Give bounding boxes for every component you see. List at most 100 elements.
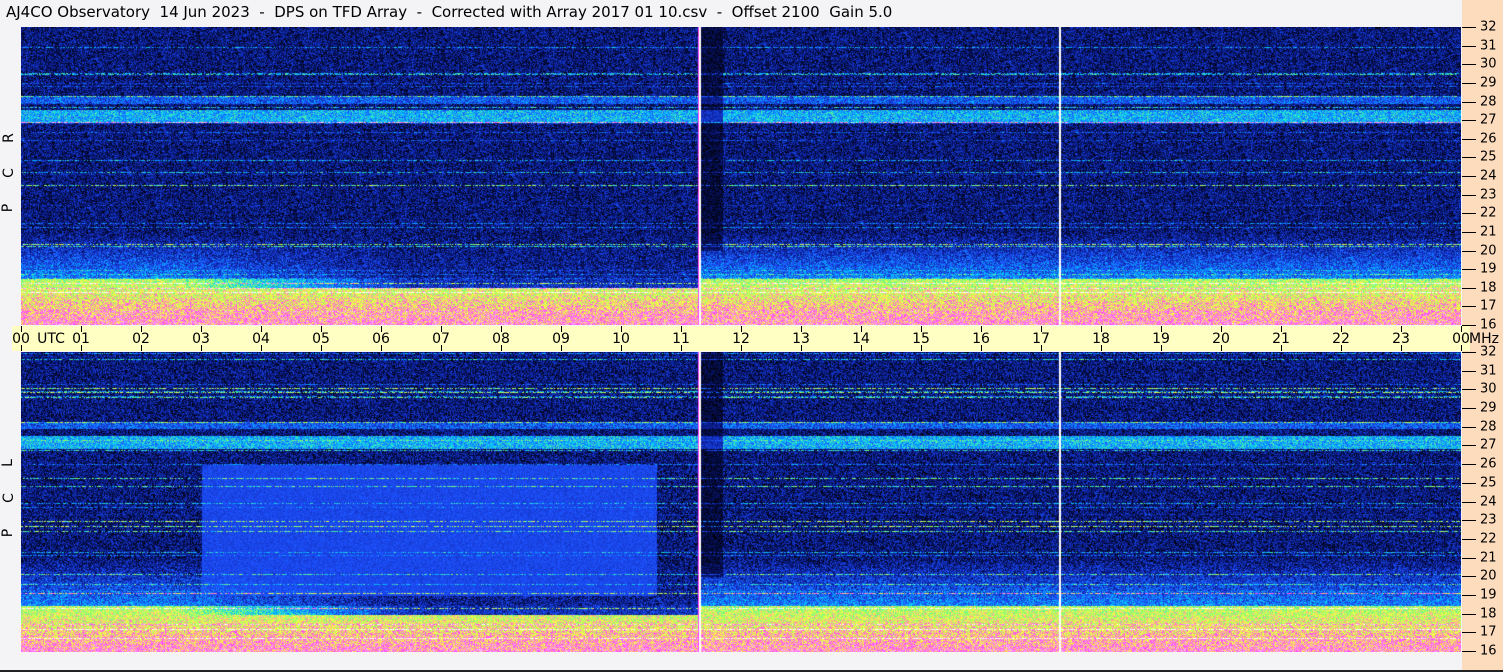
y-tick — [1462, 576, 1476, 578]
y-tick-label: 30 — [1480, 381, 1497, 397]
y-tick-label: 16 — [1480, 317, 1497, 333]
y-tick — [1462, 82, 1476, 84]
y-tick-label: 32 — [1480, 344, 1497, 360]
x-tick-label: 04 — [252, 331, 270, 347]
y-tick — [1462, 194, 1476, 196]
y-tick-label: 23 — [1480, 512, 1497, 528]
y-tick-label: 18 — [1480, 606, 1497, 622]
x-tick-label: 03 — [192, 331, 210, 347]
y-tick — [1462, 389, 1476, 391]
chart-title: AJ4CO Observatory 14 Jun 2023 - DPS on T… — [6, 3, 893, 21]
y-tick-label: 24 — [1480, 168, 1497, 184]
x-tick-label: 08 — [492, 331, 510, 347]
x-tick-label: 22 — [1332, 331, 1350, 347]
y-tick — [1462, 538, 1476, 540]
y-tick-label: 27 — [1480, 112, 1497, 128]
x-tick-label: 07 — [432, 331, 450, 347]
y-tick-label: 24 — [1480, 494, 1497, 509]
y-tick — [1462, 157, 1476, 159]
y-tick-label: 20 — [1480, 568, 1497, 584]
y-tick-label: 20 — [1480, 243, 1497, 258]
polarization-letter: R — [0, 133, 17, 143]
y-tick-label: 23 — [1480, 187, 1497, 203]
x-tick-label: 13 — [792, 331, 810, 347]
y-tick — [1462, 632, 1476, 634]
y-tick-label: 32 — [1480, 19, 1497, 35]
y-tick — [1462, 352, 1476, 353]
x-tick-label: 18 — [1092, 331, 1110, 347]
y-tick — [1462, 325, 1476, 326]
y-tick — [1462, 651, 1476, 652]
y-tick-label: 21 — [1480, 550, 1497, 566]
y-tick — [1462, 408, 1476, 410]
y-tick — [1462, 269, 1476, 271]
y-tick-label: 29 — [1480, 75, 1497, 91]
y-tick-label: 21 — [1480, 224, 1497, 240]
y-tick — [1462, 370, 1476, 372]
y-tick — [1462, 138, 1476, 140]
y-tick — [1462, 426, 1476, 428]
y-tick — [1462, 231, 1476, 233]
y-tick-label: 25 — [1480, 475, 1497, 491]
x-tick-label: 11 — [672, 331, 690, 347]
y-tick — [1462, 445, 1476, 447]
x-tick-label: 16 — [972, 331, 990, 347]
rcp-spectrogram — [21, 27, 1461, 325]
y-tick-label: 19 — [1480, 261, 1497, 277]
y-tick-label: 19 — [1480, 587, 1497, 603]
y-tick-label: 31 — [1480, 38, 1497, 54]
polarization-letter: C — [0, 493, 17, 503]
x-tick-label: 05 — [312, 331, 330, 347]
x-tick-label: 15 — [912, 331, 930, 347]
x-tick-label: 09 — [552, 331, 570, 347]
y-tick-label: 28 — [1480, 419, 1497, 435]
y-tick-label: 31 — [1480, 363, 1497, 379]
y-tick — [1462, 27, 1476, 28]
x-tick-label: 02 — [132, 331, 150, 347]
x-tick-label: 21 — [1272, 331, 1290, 347]
x-tick-label: 20 — [1212, 331, 1230, 347]
y-tick — [1462, 594, 1476, 596]
y-tick-label: 25 — [1480, 149, 1497, 165]
polarization-letter: P — [0, 203, 17, 213]
x-tick-label: 06 — [372, 331, 390, 347]
y-tick — [1462, 482, 1476, 484]
x-tick-label: 23 — [1392, 331, 1410, 347]
x-tick-label: 10 — [612, 331, 630, 347]
polarization-letter: P — [0, 528, 17, 538]
y-tick-label: 26 — [1480, 131, 1497, 147]
polarization-letter: C — [0, 168, 17, 178]
x-axis-label: UTC — [37, 331, 65, 347]
y-tick — [1462, 250, 1476, 252]
y-tick-label: 28 — [1480, 94, 1497, 109]
x-tick-label: 00 — [1452, 331, 1470, 347]
y-tick-label: 27 — [1480, 437, 1497, 453]
y-tick-label: 22 — [1480, 531, 1497, 547]
y-tick-label: 30 — [1480, 56, 1497, 72]
x-tick-label: 19 — [1152, 331, 1170, 347]
x-tick-label: 17 — [1032, 331, 1050, 347]
y-tick-label: 26 — [1480, 456, 1497, 472]
y-tick-label: 29 — [1480, 400, 1497, 416]
x-tick-label: 12 — [732, 331, 750, 347]
x-tick-label: 00 — [12, 331, 30, 347]
y-tick — [1462, 120, 1476, 122]
y-tick — [1462, 176, 1476, 177]
y-tick-label: 17 — [1480, 624, 1497, 640]
polarization-letter: L — [0, 459, 16, 467]
y-tick-label: 22 — [1480, 205, 1497, 221]
y-tick-label: 17 — [1480, 298, 1497, 314]
y-tick — [1462, 45, 1476, 47]
y-tick — [1462, 287, 1476, 289]
y-tick — [1462, 501, 1476, 503]
y-tick — [1462, 464, 1476, 466]
y-tick-label: 16 — [1480, 643, 1497, 659]
x-tick-label: 14 — [852, 331, 870, 347]
y-tick — [1462, 213, 1476, 215]
lcp-spectrogram — [21, 352, 1461, 652]
y-tick — [1462, 64, 1476, 66]
x-tick-label: 01 — [72, 331, 90, 347]
y-tick — [1462, 557, 1476, 559]
y-tick — [1462, 101, 1476, 103]
y-tick — [1462, 306, 1476, 308]
